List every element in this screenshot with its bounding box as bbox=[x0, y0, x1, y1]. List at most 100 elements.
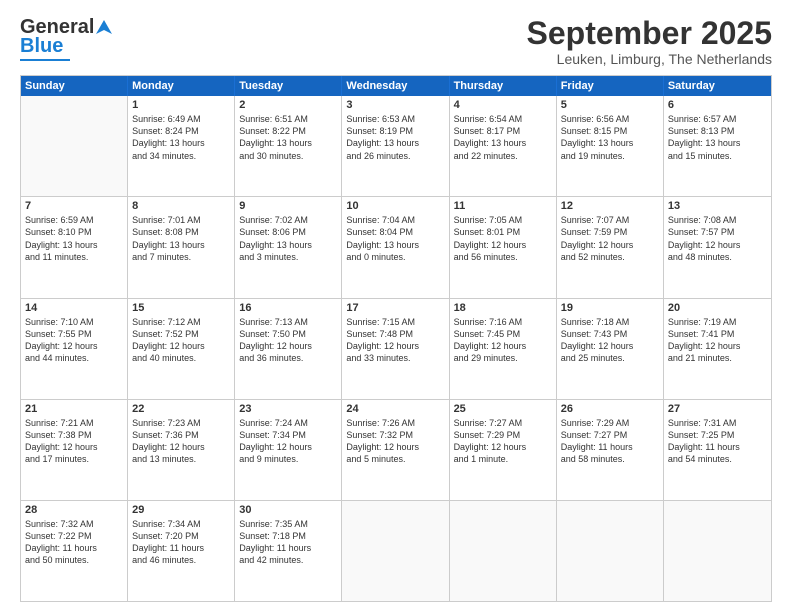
cal-cell-33 bbox=[557, 501, 664, 601]
day-number: 27 bbox=[668, 403, 767, 415]
col-header-wednesday: Wednesday bbox=[342, 76, 449, 96]
day-info: Sunrise: 6:56 AMSunset: 8:15 PMDaylight:… bbox=[561, 113, 659, 162]
week-row-2: 7Sunrise: 6:59 AMSunset: 8:10 PMDaylight… bbox=[21, 196, 771, 297]
day-info: Sunrise: 6:51 AMSunset: 8:22 PMDaylight:… bbox=[239, 113, 337, 162]
day-info: Sunrise: 7:08 AMSunset: 7:57 PMDaylight:… bbox=[668, 214, 767, 263]
week-row-4: 21 Sunrise: 7:21 AMSunset: 7:38 PMDayligh… bbox=[21, 399, 771, 500]
logo-icon bbox=[94, 18, 114, 38]
logo-blue: Blue bbox=[20, 35, 63, 58]
day-info: Sunrise: 7:23 AMSunset: 7:36 PMDaylight:… bbox=[132, 417, 230, 466]
cal-cell-20: 20 Sunrise: 7:19 AMSunset: 7:41 PMDayligh… bbox=[664, 299, 771, 399]
day-number: 19 bbox=[561, 302, 659, 314]
day-number: 12 bbox=[561, 200, 659, 212]
calendar-body: 1 Sunrise: 6:49 AMSunset: 8:24 PMDaylight… bbox=[21, 96, 771, 601]
day-number: 26 bbox=[561, 403, 659, 415]
cal-cell-7: 7Sunrise: 6:59 AMSunset: 8:10 PMDaylight… bbox=[21, 197, 128, 297]
day-info: Sunrise: 7:29 AMSunset: 7:27 PMDaylight:… bbox=[561, 417, 659, 466]
title-block: September 2025 Leuken, Limburg, The Neth… bbox=[527, 16, 772, 67]
day-number: 24 bbox=[346, 403, 444, 415]
day-number: 10 bbox=[346, 200, 444, 212]
cal-cell-8: 8 Sunrise: 7:01 AMSunset: 8:08 PMDaylight… bbox=[128, 197, 235, 297]
day-number: 3 bbox=[346, 99, 444, 111]
cal-cell-2: 2 Sunrise: 6:51 AMSunset: 8:22 PMDaylight… bbox=[235, 96, 342, 196]
day-info: Sunrise: 7:02 AMSunset: 8:06 PMDaylight:… bbox=[239, 214, 337, 263]
week-row-1: 1 Sunrise: 6:49 AMSunset: 8:24 PMDaylight… bbox=[21, 96, 771, 196]
day-number: 18 bbox=[454, 302, 552, 314]
cal-cell-6: 6Sunrise: 6:57 AMSunset: 8:13 PMDaylight… bbox=[664, 96, 771, 196]
cal-cell-13: 13Sunrise: 7:08 AMSunset: 7:57 PMDayligh… bbox=[664, 197, 771, 297]
header: General Blue September 2025 Leuken, Limb… bbox=[20, 16, 772, 67]
day-number: 4 bbox=[454, 99, 552, 111]
day-info: Sunrise: 7:34 AMSunset: 7:20 PMDaylight:… bbox=[132, 518, 230, 567]
day-number: 17 bbox=[346, 302, 444, 314]
col-header-tuesday: Tuesday bbox=[235, 76, 342, 96]
logo: General Blue bbox=[20, 16, 114, 61]
cal-cell-29: 29 Sunrise: 7:34 AMSunset: 7:20 PMDayligh… bbox=[128, 501, 235, 601]
day-number: 30 bbox=[239, 504, 337, 516]
day-number: 15 bbox=[132, 302, 230, 314]
day-info: Sunrise: 7:18 AMSunset: 7:43 PMDaylight:… bbox=[561, 316, 659, 365]
day-info: Sunrise: 7:16 AMSunset: 7:45 PMDaylight:… bbox=[454, 316, 552, 365]
col-header-saturday: Saturday bbox=[664, 76, 771, 96]
day-number: 8 bbox=[132, 200, 230, 212]
day-info: Sunrise: 7:12 AMSunset: 7:52 PMDaylight:… bbox=[132, 316, 230, 365]
cal-cell-9: 9Sunrise: 7:02 AMSunset: 8:06 PMDaylight… bbox=[235, 197, 342, 297]
day-number: 23 bbox=[239, 403, 337, 415]
day-info: Sunrise: 7:24 AMSunset: 7:34 PMDaylight:… bbox=[239, 417, 337, 466]
day-info: Sunrise: 6:49 AMSunset: 8:24 PMDaylight:… bbox=[132, 113, 230, 162]
day-number: 21 bbox=[25, 403, 123, 415]
cal-cell-34 bbox=[664, 501, 771, 601]
cal-cell-15: 15 Sunrise: 7:12 AMSunset: 7:52 PMDayligh… bbox=[128, 299, 235, 399]
col-header-monday: Monday bbox=[128, 76, 235, 96]
location-title: Leuken, Limburg, The Netherlands bbox=[527, 51, 772, 67]
day-number: 1 bbox=[132, 99, 230, 111]
day-info: Sunrise: 7:27 AMSunset: 7:29 PMDaylight:… bbox=[454, 417, 552, 466]
day-info: Sunrise: 7:13 AMSunset: 7:50 PMDaylight:… bbox=[239, 316, 337, 365]
cal-cell-24: 24Sunrise: 7:26 AMSunset: 7:32 PMDayligh… bbox=[342, 400, 449, 500]
cal-cell-32 bbox=[450, 501, 557, 601]
day-number: 20 bbox=[668, 302, 767, 314]
day-info: Sunrise: 7:31 AMSunset: 7:25 PMDaylight:… bbox=[668, 417, 767, 466]
logo-underline bbox=[20, 59, 70, 61]
col-header-sunday: Sunday bbox=[21, 76, 128, 96]
day-number: 2 bbox=[239, 99, 337, 111]
cal-cell-3: 3 Sunrise: 6:53 AMSunset: 8:19 PMDaylight… bbox=[342, 96, 449, 196]
col-header-friday: Friday bbox=[557, 76, 664, 96]
cal-cell-23: 23 Sunrise: 7:24 AMSunset: 7:34 PMDayligh… bbox=[235, 400, 342, 500]
day-info: Sunrise: 7:35 AMSunset: 7:18 PMDaylight:… bbox=[239, 518, 337, 567]
cal-cell-5: 5 Sunrise: 6:56 AMSunset: 8:15 PMDaylight… bbox=[557, 96, 664, 196]
cal-cell-0 bbox=[21, 96, 128, 196]
cal-cell-22: 22 Sunrise: 7:23 AMSunset: 7:36 PMDayligh… bbox=[128, 400, 235, 500]
week-row-5: 28 Sunrise: 7:32 AMSunset: 7:22 PMDayligh… bbox=[21, 500, 771, 601]
cal-cell-10: 10 Sunrise: 7:04 AMSunset: 8:04 PMDayligh… bbox=[342, 197, 449, 297]
day-info: Sunrise: 7:15 AMSunset: 7:48 PMDaylight:… bbox=[346, 316, 444, 365]
day-number: 22 bbox=[132, 403, 230, 415]
cal-cell-28: 28 Sunrise: 7:32 AMSunset: 7:22 PMDayligh… bbox=[21, 501, 128, 601]
day-info: Sunrise: 7:19 AMSunset: 7:41 PMDaylight:… bbox=[668, 316, 767, 365]
cal-cell-21: 21 Sunrise: 7:21 AMSunset: 7:38 PMDayligh… bbox=[21, 400, 128, 500]
day-info: Sunrise: 7:10 AMSunset: 7:55 PMDaylight:… bbox=[25, 316, 123, 365]
day-number: 25 bbox=[454, 403, 552, 415]
day-number: 28 bbox=[25, 504, 123, 516]
day-info: Sunrise: 6:57 AMSunset: 8:13 PMDaylight:… bbox=[668, 113, 767, 162]
day-info: Sunrise: 7:01 AMSunset: 8:08 PMDaylight:… bbox=[132, 214, 230, 263]
cal-cell-25: 25 Sunrise: 7:27 AMSunset: 7:29 PMDayligh… bbox=[450, 400, 557, 500]
cal-cell-11: 11Sunrise: 7:05 AMSunset: 8:01 PMDayligh… bbox=[450, 197, 557, 297]
cal-cell-12: 12 Sunrise: 7:07 AMSunset: 7:59 PMDayligh… bbox=[557, 197, 664, 297]
day-info: Sunrise: 6:53 AMSunset: 8:19 PMDaylight:… bbox=[346, 113, 444, 162]
day-info: Sunrise: 7:32 AMSunset: 7:22 PMDaylight:… bbox=[25, 518, 123, 567]
cal-cell-19: 19 Sunrise: 7:18 AMSunset: 7:43 PMDayligh… bbox=[557, 299, 664, 399]
month-title: September 2025 bbox=[527, 16, 772, 51]
day-info: Sunrise: 7:07 AMSunset: 7:59 PMDaylight:… bbox=[561, 214, 659, 263]
day-number: 29 bbox=[132, 504, 230, 516]
calendar-header: SundayMondayTuesdayWednesdayThursdayFrid… bbox=[21, 76, 771, 96]
day-info: Sunrise: 7:04 AMSunset: 8:04 PMDaylight:… bbox=[346, 214, 444, 263]
cal-cell-27: 27 Sunrise: 7:31 AMSunset: 7:25 PMDayligh… bbox=[664, 400, 771, 500]
day-info: Sunrise: 7:05 AMSunset: 8:01 PMDaylight:… bbox=[454, 214, 552, 263]
cal-cell-1: 1 Sunrise: 6:49 AMSunset: 8:24 PMDaylight… bbox=[128, 96, 235, 196]
cal-cell-30: 30 Sunrise: 7:35 AMSunset: 7:18 PMDayligh… bbox=[235, 501, 342, 601]
col-header-thursday: Thursday bbox=[450, 76, 557, 96]
day-number: 5 bbox=[561, 99, 659, 111]
cal-cell-18: 18 Sunrise: 7:16 AMSunset: 7:45 PMDayligh… bbox=[450, 299, 557, 399]
day-info: Sunrise: 7:21 AMSunset: 7:38 PMDaylight:… bbox=[25, 417, 123, 466]
